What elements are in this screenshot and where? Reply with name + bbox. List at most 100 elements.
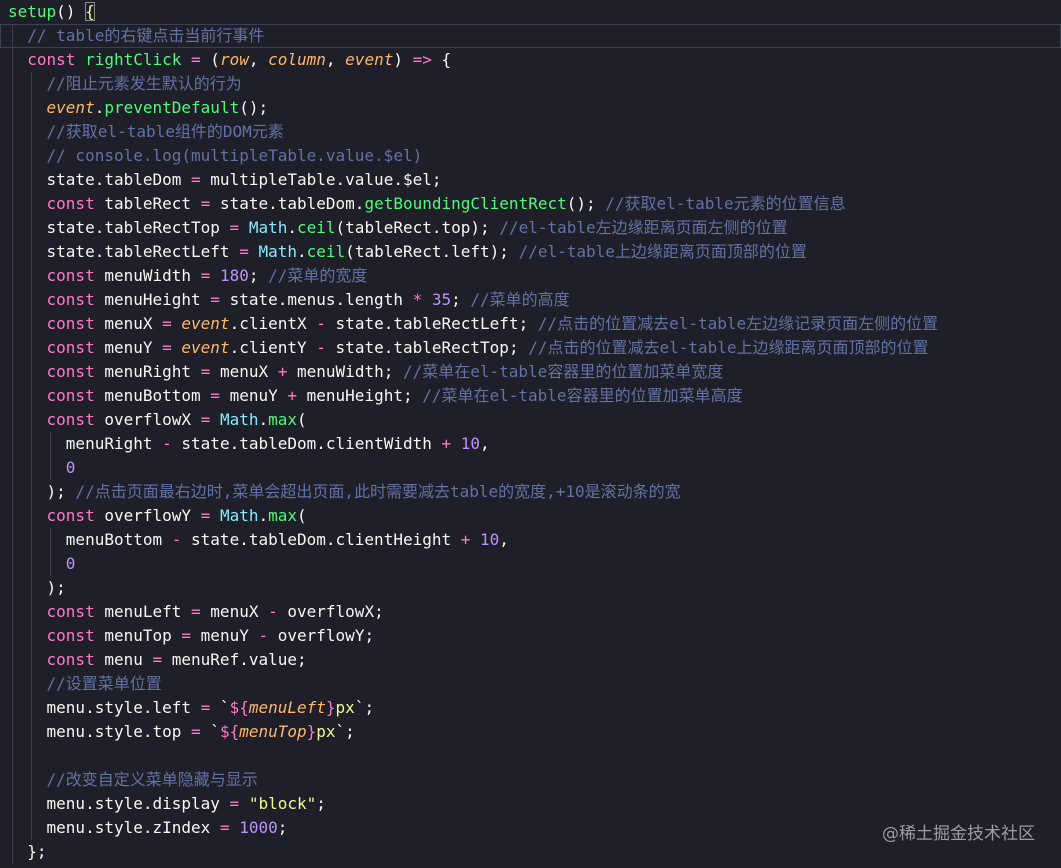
indent-guide (31, 216, 33, 240)
code-token: event (345, 50, 394, 69)
code-token: //设置菜单位置 (46, 674, 162, 693)
code-token: max (268, 506, 298, 525)
code-line[interactable]: //阻止元素发生默认的行为 (0, 72, 1061, 96)
code-token: ${ (229, 698, 249, 717)
code-line[interactable]: menuBottom - state.tableDom.clientHeight… (0, 528, 1061, 552)
code-line[interactable]: event.preventDefault(); (0, 96, 1061, 120)
code-line[interactable]: 0 (0, 552, 1061, 576)
code-token: menuRef.value (171, 650, 297, 669)
code-token: - (162, 530, 192, 549)
code-line[interactable]: //获取el-table组件的DOM元素 (0, 120, 1061, 144)
code-token: = (181, 170, 211, 189)
code-line[interactable]: menu.style.top = `${menuTop}px`; (0, 720, 1061, 744)
code-token: 10 (460, 434, 481, 453)
code-line[interactable]: //设置菜单位置 (0, 672, 1061, 696)
code-line[interactable]: setup() { (0, 0, 1061, 24)
indent-guide (31, 168, 33, 192)
indent-guide (31, 648, 33, 672)
indent-guide (12, 144, 13, 168)
code-token: menu.style.zIndex (46, 818, 211, 837)
code-line[interactable]: menu.style.display = "block"; (0, 792, 1061, 816)
code-line[interactable]: const menuRight = menuX + menuWidth; //菜… (0, 360, 1061, 384)
code-line[interactable]: //改变自定义菜单隐藏与显示 (0, 768, 1061, 792)
code-line[interactable]: state.tableRectLeft = Math.ceil(tableRec… (0, 240, 1061, 264)
code-editor[interactable]: setup() { // table的右键点击当前行事件 const right… (0, 0, 1061, 868)
code-area[interactable]: setup() { // table的右键点击当前行事件 const right… (0, 0, 1061, 864)
code-token: .clientY (229, 338, 307, 357)
code-token: = (219, 794, 249, 813)
code-line[interactable]: ); (0, 576, 1061, 600)
indent-guide (12, 552, 13, 576)
code-token: ); (46, 578, 66, 597)
code-token: overflowX (287, 602, 375, 621)
code-token: - (152, 434, 182, 453)
indent-guide (12, 816, 13, 840)
indent-guide (12, 576, 13, 600)
code-token: * (402, 290, 432, 309)
indent-guide (12, 672, 13, 696)
code-token: //点击的位置减去el-table上边缘距离页面顶部的位置 (528, 338, 929, 357)
code-token: row (219, 50, 249, 69)
code-token: event (181, 338, 230, 357)
code-token: ceil (306, 242, 346, 261)
indent-guide (31, 144, 33, 168)
indent-guide (12, 744, 13, 768)
indent-guide (50, 528, 52, 552)
indent-guide (31, 192, 33, 216)
code-line[interactable]: ); //点击页面最右边时,菜单会超出页面,此时需要减去table的宽度,+10… (0, 480, 1061, 504)
indent-guide (31, 720, 33, 744)
code-line[interactable]: menu.style.left = `${menuLeft}px`; (0, 696, 1061, 720)
indent-guide (12, 240, 13, 264)
code-line[interactable]: const menuLeft = menuX - overflowX; (0, 600, 1061, 624)
code-token: = (152, 314, 182, 333)
code-line[interactable]: const menuTop = menuY - overflowY; (0, 624, 1061, 648)
code-token: = (219, 218, 249, 237)
code-token: menuY (229, 386, 278, 405)
code-token: ( (345, 242, 355, 261)
code-token: const (46, 602, 105, 621)
code-line[interactable]: // table的右键点击当前行事件 (0, 24, 1061, 48)
code-token: (); (239, 98, 269, 117)
code-line[interactable]: state.tableRectTop = Math.ceil(tableRect… (0, 216, 1061, 240)
code-token: - (258, 602, 288, 621)
code-line[interactable]: 0 (0, 456, 1061, 480)
code-line[interactable]: const overflowX = Math.max( (0, 408, 1061, 432)
code-token: overflowY (277, 626, 365, 645)
code-line[interactable]: const overflowY = Math.max( (0, 504, 1061, 528)
code-token: max (268, 410, 298, 429)
code-token: . (297, 242, 307, 261)
code-line[interactable]: const menuWidth = 180; //菜单的宽度 (0, 264, 1061, 288)
code-token: + (451, 530, 481, 549)
code-line[interactable]: menuRight - state.tableDom.clientWidth +… (0, 432, 1061, 456)
code-token: `; (354, 698, 375, 717)
code-line[interactable]: const menuY = event.clientY - state.tabl… (0, 336, 1061, 360)
indent-guide (12, 480, 13, 504)
code-line[interactable]: const menuHeight = state.menus.length * … (0, 288, 1061, 312)
indent-guide (12, 432, 13, 456)
code-token: }; (27, 842, 47, 861)
code-line[interactable]: state.tableDom = multipleTable.value.$el… (0, 168, 1061, 192)
code-token: .clientX (229, 314, 307, 333)
code-line[interactable]: const tableRect = state.tableDom.getBoun… (0, 192, 1061, 216)
indent-guide (12, 360, 13, 384)
code-line[interactable]: const menuBottom = menuY + menuHeight; /… (0, 384, 1061, 408)
code-line[interactable]: const menuX = event.clientX - state.tabl… (0, 312, 1061, 336)
code-token: state.tableRectLeft (335, 314, 519, 333)
indent-guide (12, 120, 13, 144)
code-token: menuX (210, 602, 259, 621)
indent-guide (12, 768, 13, 792)
code-token: , (325, 50, 346, 69)
code-token: - (306, 314, 336, 333)
code-token: menuWidth (297, 362, 384, 381)
code-token: + (277, 386, 307, 405)
code-token: ; (364, 626, 375, 645)
code-line[interactable] (0, 744, 1061, 768)
code-line[interactable]: // console.log(multipleTable.value.$el) (0, 144, 1061, 168)
code-token: ( (335, 218, 346, 237)
code-line[interactable]: const menu = menuRef.value; (0, 648, 1061, 672)
code-token: 35 (431, 290, 452, 309)
code-line[interactable]: const rightClick = (row, column, event) … (0, 48, 1061, 72)
code-token: = (200, 386, 230, 405)
